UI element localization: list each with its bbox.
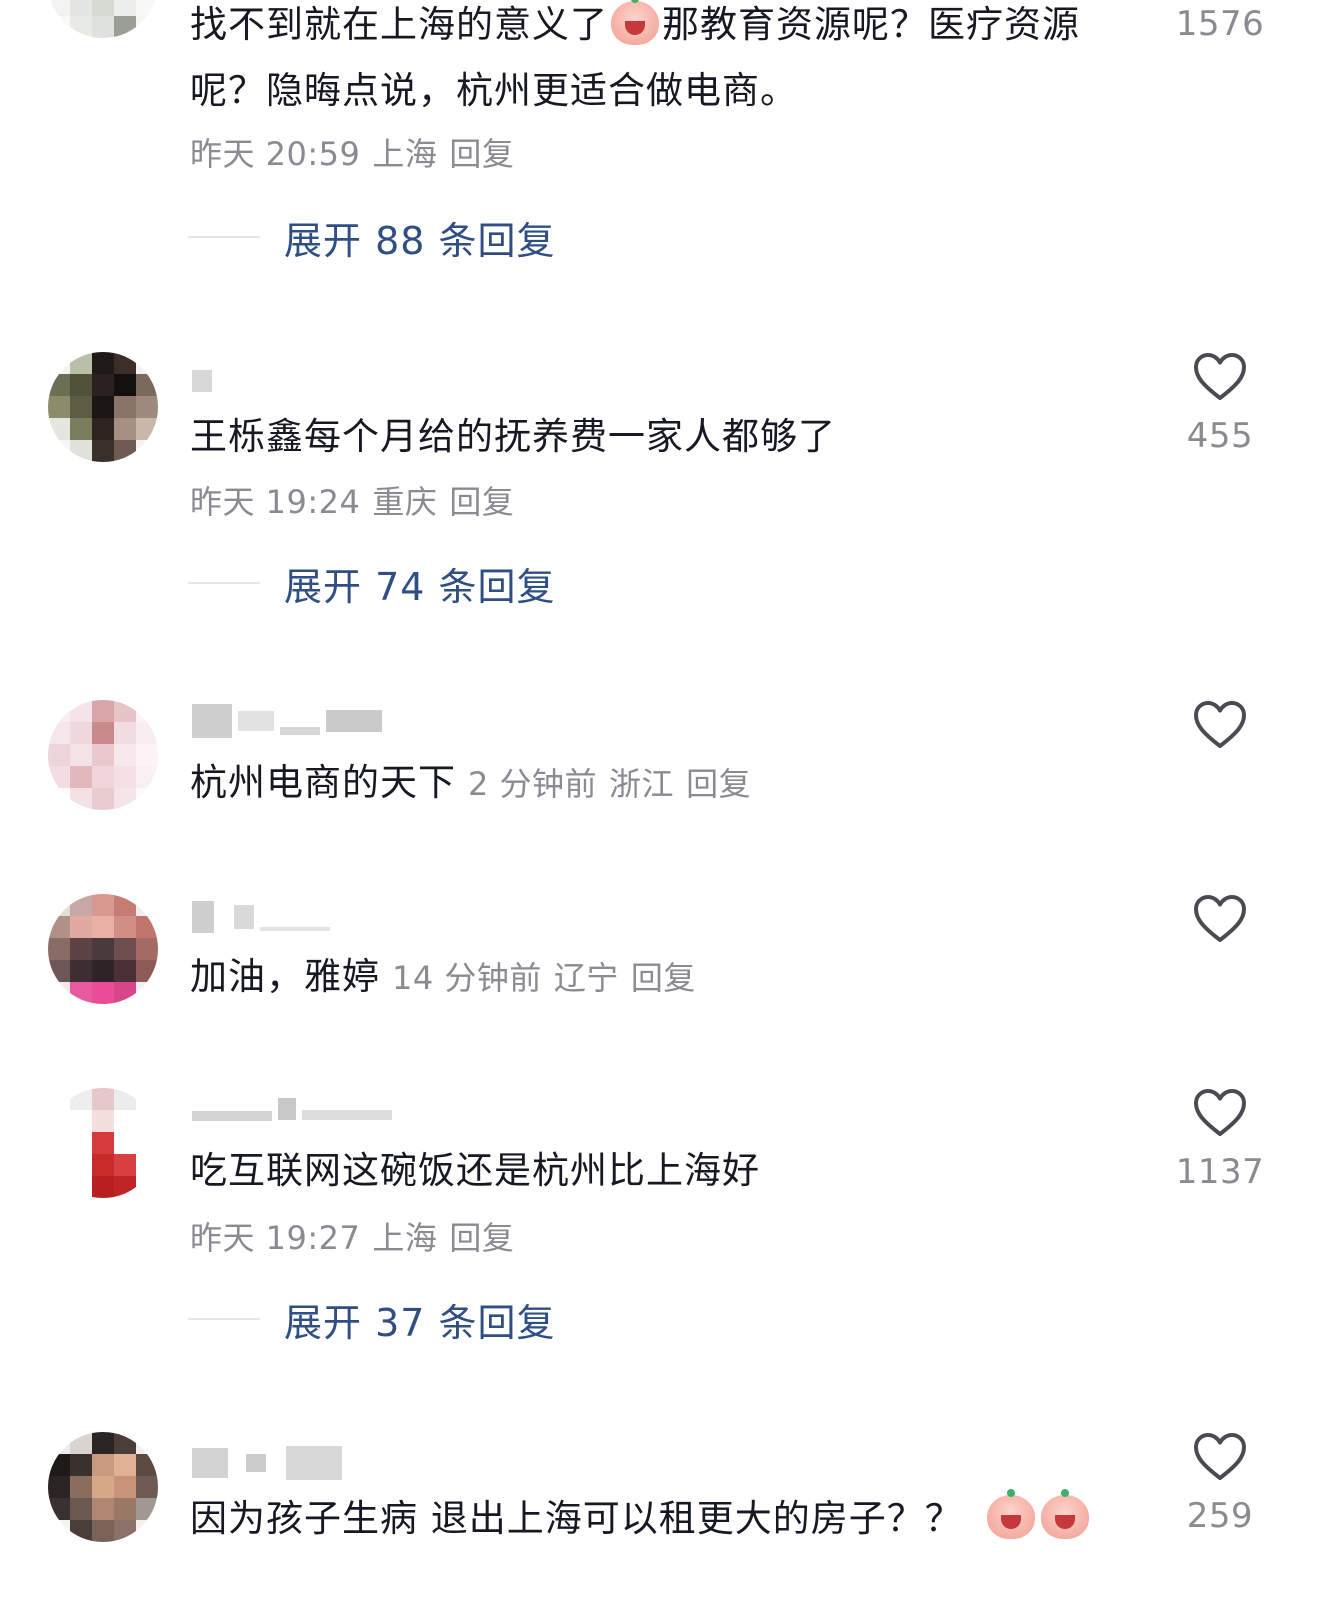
comment-meta: 昨天 19:24 重庆 回复 xyxy=(190,482,526,522)
comment-location: 浙江 xyxy=(609,765,675,803)
username-redacted[interactable] xyxy=(192,366,212,396)
avatar[interactable] xyxy=(48,1088,158,1198)
heart-outline-icon xyxy=(1194,701,1246,748)
comment-text: 王栎鑫每个月给的抚养费一家人都够了 xyxy=(190,415,836,458)
comment-meta: 昨天 19:27 上海 回复 xyxy=(190,1218,526,1258)
comment-time: 昨天 20:59 xyxy=(190,135,361,173)
comment-meta: 14 分钟前 辽宁 回复 xyxy=(392,959,708,997)
username-redacted[interactable] xyxy=(192,1446,342,1480)
avatar[interactable] xyxy=(48,894,158,1004)
avatar[interactable] xyxy=(48,700,158,810)
username-redacted[interactable] xyxy=(192,901,330,933)
reply-button[interactable]: 回复 xyxy=(449,1219,514,1257)
like-button[interactable]: 259 xyxy=(1170,1432,1270,1536)
comment-text: 因为孩子生病 退出上海可以租更大的房子？？ xyxy=(190,1486,1130,1552)
comment-meta: 昨天 20:59 上海 回复 xyxy=(190,134,526,174)
comment-time: 2 分钟前 xyxy=(468,765,598,803)
divider xyxy=(188,236,260,238)
like-count: 455 xyxy=(1186,416,1254,456)
comment-time: 昨天 19:27 xyxy=(190,1219,361,1257)
username-redacted[interactable] xyxy=(192,704,382,738)
comment-location: 重庆 xyxy=(372,483,438,521)
expand-replies-button[interactable]: 展开 37 条回复 xyxy=(188,1294,556,1345)
avatar[interactable] xyxy=(48,352,158,462)
comment-text: 杭州电商的天下 2 分钟前 浙江 回复 xyxy=(190,750,1130,817)
comment-text: 加油，雅婷 14 分钟前 辽宁 回复 xyxy=(190,944,1130,1011)
expand-replies-button[interactable]: 展开 88 条回复 xyxy=(188,212,556,263)
like-button[interactable] xyxy=(1170,700,1270,750)
reply-button[interactable]: 回复 xyxy=(449,135,514,173)
like-button[interactable]: 1137 xyxy=(1170,1088,1270,1192)
comment-time: 14 分钟前 xyxy=(392,959,542,997)
laughing-face-emoji-icon xyxy=(986,1489,1035,1539)
heart-outline-icon xyxy=(1194,895,1246,942)
crying-face-emoji-icon xyxy=(611,0,659,45)
laughing-face-emoji-icon xyxy=(1040,1489,1089,1539)
comment-text: 找不到就在上海的意义了 那教育资源呢？医疗资源呢？隐晦点说，杭州更适合做电商。 xyxy=(190,0,1080,112)
reply-button[interactable]: 回复 xyxy=(631,959,696,997)
expand-replies-label: 展开 37 条回复 xyxy=(284,1300,556,1345)
like-count: 259 xyxy=(1186,1496,1254,1536)
divider xyxy=(188,1318,260,1320)
reply-button[interactable]: 回复 xyxy=(449,483,514,521)
avatar[interactable] xyxy=(48,0,158,38)
comment-time: 昨天 19:24 xyxy=(190,483,361,521)
expand-replies-label: 展开 88 条回复 xyxy=(284,218,556,263)
reply-button[interactable]: 回复 xyxy=(686,765,751,803)
like-count: 1576 xyxy=(1175,4,1265,44)
like-button[interactable] xyxy=(1170,894,1270,944)
divider xyxy=(188,582,260,584)
comment-location: 辽宁 xyxy=(553,959,619,997)
heart-outline-icon xyxy=(1194,1089,1246,1136)
username-redacted[interactable] xyxy=(192,1094,392,1124)
expand-replies-label: 展开 74 条回复 xyxy=(284,564,556,609)
comment-location: 上海 xyxy=(372,1219,438,1257)
like-button[interactable]: 1576 xyxy=(1170,4,1270,44)
like-count: 1137 xyxy=(1175,1152,1265,1192)
comment-location: 上海 xyxy=(372,135,438,173)
heart-outline-icon xyxy=(1194,1433,1246,1480)
comment-text: 吃互联网这碗饭还是杭州比上海好 xyxy=(190,1149,760,1192)
like-button[interactable]: 455 xyxy=(1170,352,1270,456)
avatar[interactable] xyxy=(48,1432,158,1542)
expand-replies-button[interactable]: 展开 74 条回复 xyxy=(188,558,556,609)
heart-outline-icon xyxy=(1194,353,1246,400)
comment-meta: 2 分钟前 浙江 回复 xyxy=(468,765,763,803)
